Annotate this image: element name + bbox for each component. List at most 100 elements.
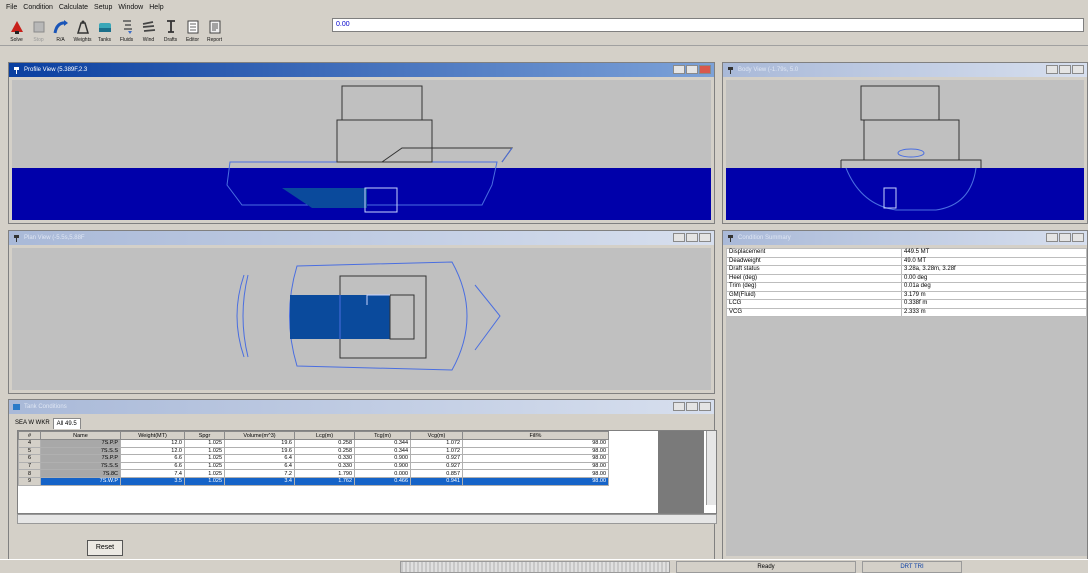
minimize-button[interactable] [1046,65,1058,74]
menu-file[interactable]: File [6,4,17,11]
menu-calculate[interactable]: Calculate [59,4,88,11]
column-header[interactable]: Name [40,431,121,440]
cell-fill[interactable]: 98.00 [462,439,609,448]
status-value-field[interactable]: 0.00 [332,18,1084,32]
cell-name[interactable]: 7S.W.P [40,476,121,486]
body-view-canvas[interactable] [726,80,1084,220]
cell-weight[interactable]: 6.6 [120,461,185,471]
cell-lcg[interactable]: 0.258 [294,439,355,448]
condition-summary-window[interactable]: Condition Summary Displacement 449.5 MT De… [722,230,1088,560]
tank-conditions-window[interactable]: Tank Conditions SEA W WKR All 49.5 # Name… [8,399,717,560]
profile-view-titlebar[interactable]: Profile View (5.389F,2.3 [9,63,714,77]
cell-vcg[interactable]: 0.941 [410,476,463,486]
cell-name[interactable]: 7S.8C [40,469,121,478]
plan-view-window[interactable]: Plan View (-5.5s,5.88F [8,230,715,394]
weights-button[interactable]: Weights [72,14,93,44]
tab-all[interactable]: All 49.5 [52,417,81,429]
table-row[interactable]: 9 7S.W.P 3.5 1.025 3.4 1.762 0.466 0.941 98.00 [18,476,609,486]
cell-name[interactable]: 7S.S.S [40,446,121,456]
cell-vcg[interactable]: 0.927 [410,454,463,463]
table-row[interactable]: 8 7S.8C 7.4 1.025 7.2 1.790 0.000 0.857 98.00 [18,469,609,478]
reset-button[interactable]: Reset [87,540,123,556]
column-header[interactable]: Spgr [184,431,225,440]
cell-volume[interactable]: 7.2 [224,469,295,478]
grid-horizontal-scrollbar[interactable] [17,514,717,524]
cell-fill[interactable]: 98.00 [462,469,609,478]
column-header[interactable]: Volume(m^3) [224,431,295,440]
cell-fill[interactable]: 98.00 [462,446,609,456]
drafts-button[interactable]: Drafts [160,14,181,44]
body-view-titlebar[interactable]: Body View (-1.79s, 5.0 [723,63,1087,77]
column-header[interactable]: Lcg(m) [294,431,355,440]
maximize-button[interactable] [686,65,698,74]
minimize-button[interactable] [673,233,685,242]
menu-setup[interactable]: Setup [94,4,112,11]
grid-vertical-scrollbar[interactable] [706,431,716,505]
column-header[interactable]: Vcg(m) [410,431,463,440]
table-row[interactable]: 7 7S.S.S 6.6 1.025 6.4 0.330 0.900 0.927 98.00 [18,461,609,471]
minimize-button[interactable] [673,65,685,74]
report-button[interactable]: Report [204,14,225,44]
cell-tcg[interactable]: 0.900 [354,461,411,471]
cell-vcg[interactable]: 1.072 [410,446,463,456]
column-header[interactable]: # [18,431,41,440]
cell-weight[interactable]: 12.0 [120,439,185,448]
cell-spgr[interactable]: 1.025 [184,469,225,478]
close-button[interactable] [699,233,711,242]
cell-lcg[interactable]: 1.762 [294,476,355,486]
cell-vcg[interactable]: 0.857 [410,469,463,478]
table-row[interactable]: 6 7S.P.P 6.6 1.025 6.4 0.330 0.900 0.927 98.00 [18,454,609,463]
cell-spgr[interactable]: 1.025 [184,446,225,456]
table-row[interactable]: 5 7S.S.S 12.0 1.025 19.6 0.258 0.344 1.072 98.00 [18,446,609,456]
cell-spgr[interactable]: 1.025 [184,454,225,463]
cell-lcg[interactable]: 0.330 [294,461,355,471]
cell-tcg[interactable]: 0.344 [354,439,411,448]
cell-volume[interactable]: 19.6 [224,439,295,448]
maximize-button[interactable] [1059,233,1071,242]
column-header[interactable]: Tcg(m) [354,431,411,440]
column-header[interactable]: Fill% [462,431,609,440]
cell-weight[interactable]: 6.6 [120,454,185,463]
fluids-button[interactable]: Fluids [116,14,137,44]
editor-button[interactable]: Editor [182,14,203,44]
cell-weight[interactable]: 12.0 [120,446,185,456]
cell-spgr[interactable]: 1.025 [184,439,225,448]
cell-lcg[interactable]: 1.790 [294,469,355,478]
cell-name[interactable]: 7S.P.P [40,454,121,463]
cell-weight[interactable]: 7.4 [120,469,185,478]
menu-window[interactable]: Window [118,4,143,11]
close-button[interactable] [699,402,711,411]
cell-volume[interactable]: 6.4 [224,454,295,463]
cell-tcg[interactable]: 0.000 [354,469,411,478]
cell-fill[interactable]: 98.00 [462,476,609,486]
wind-button[interactable]: Wind [138,14,159,44]
tanks-button[interactable]: Tanks [94,14,115,44]
cell-lcg[interactable]: 0.258 [294,446,355,456]
plan-view-titlebar[interactable]: Plan View (-5.5s,5.88F [9,231,714,245]
profile-view-canvas[interactable] [12,80,711,220]
cell-lcg[interactable]: 0.330 [294,454,355,463]
close-button[interactable] [1072,65,1084,74]
table-row[interactable]: 4 7S.P.P 12.0 1.025 19.6 0.258 0.344 1.072 98.00 [18,439,609,448]
cell-name[interactable]: 7S.S.S [40,461,121,471]
cell-weight[interactable]: 3.5 [120,476,185,486]
cell-vcg[interactable]: 1.072 [410,439,463,448]
solve-button[interactable]: Solve [6,14,27,44]
cell-volume[interactable]: 3.4 [224,476,295,486]
cell-tcg[interactable]: 0.344 [354,446,411,456]
righting-arm-button[interactable]: R/A [50,14,71,44]
column-header[interactable]: Weight(MT) [120,431,185,440]
cell-fill[interactable]: 98.00 [462,461,609,471]
tank-grid[interactable]: # Name Weight(MT) Spgr Volume(m^3) Lcg(m) Tcg(… [17,430,717,514]
stop-button[interactable]: Stop [28,14,49,44]
menu-condition[interactable]: Condition [23,4,53,11]
maximize-button[interactable] [686,402,698,411]
condition-summary-titlebar[interactable]: Condition Summary [723,231,1087,245]
cell-spgr[interactable]: 1.025 [184,476,225,486]
cell-tcg[interactable]: 0.466 [354,476,411,486]
body-view-window[interactable]: Body View (-1.79s, 5.0 [722,62,1088,224]
cell-volume[interactable]: 19.6 [224,446,295,456]
cell-fill[interactable]: 98.00 [462,454,609,463]
cell-spgr[interactable]: 1.025 [184,461,225,471]
close-button[interactable] [699,65,711,74]
